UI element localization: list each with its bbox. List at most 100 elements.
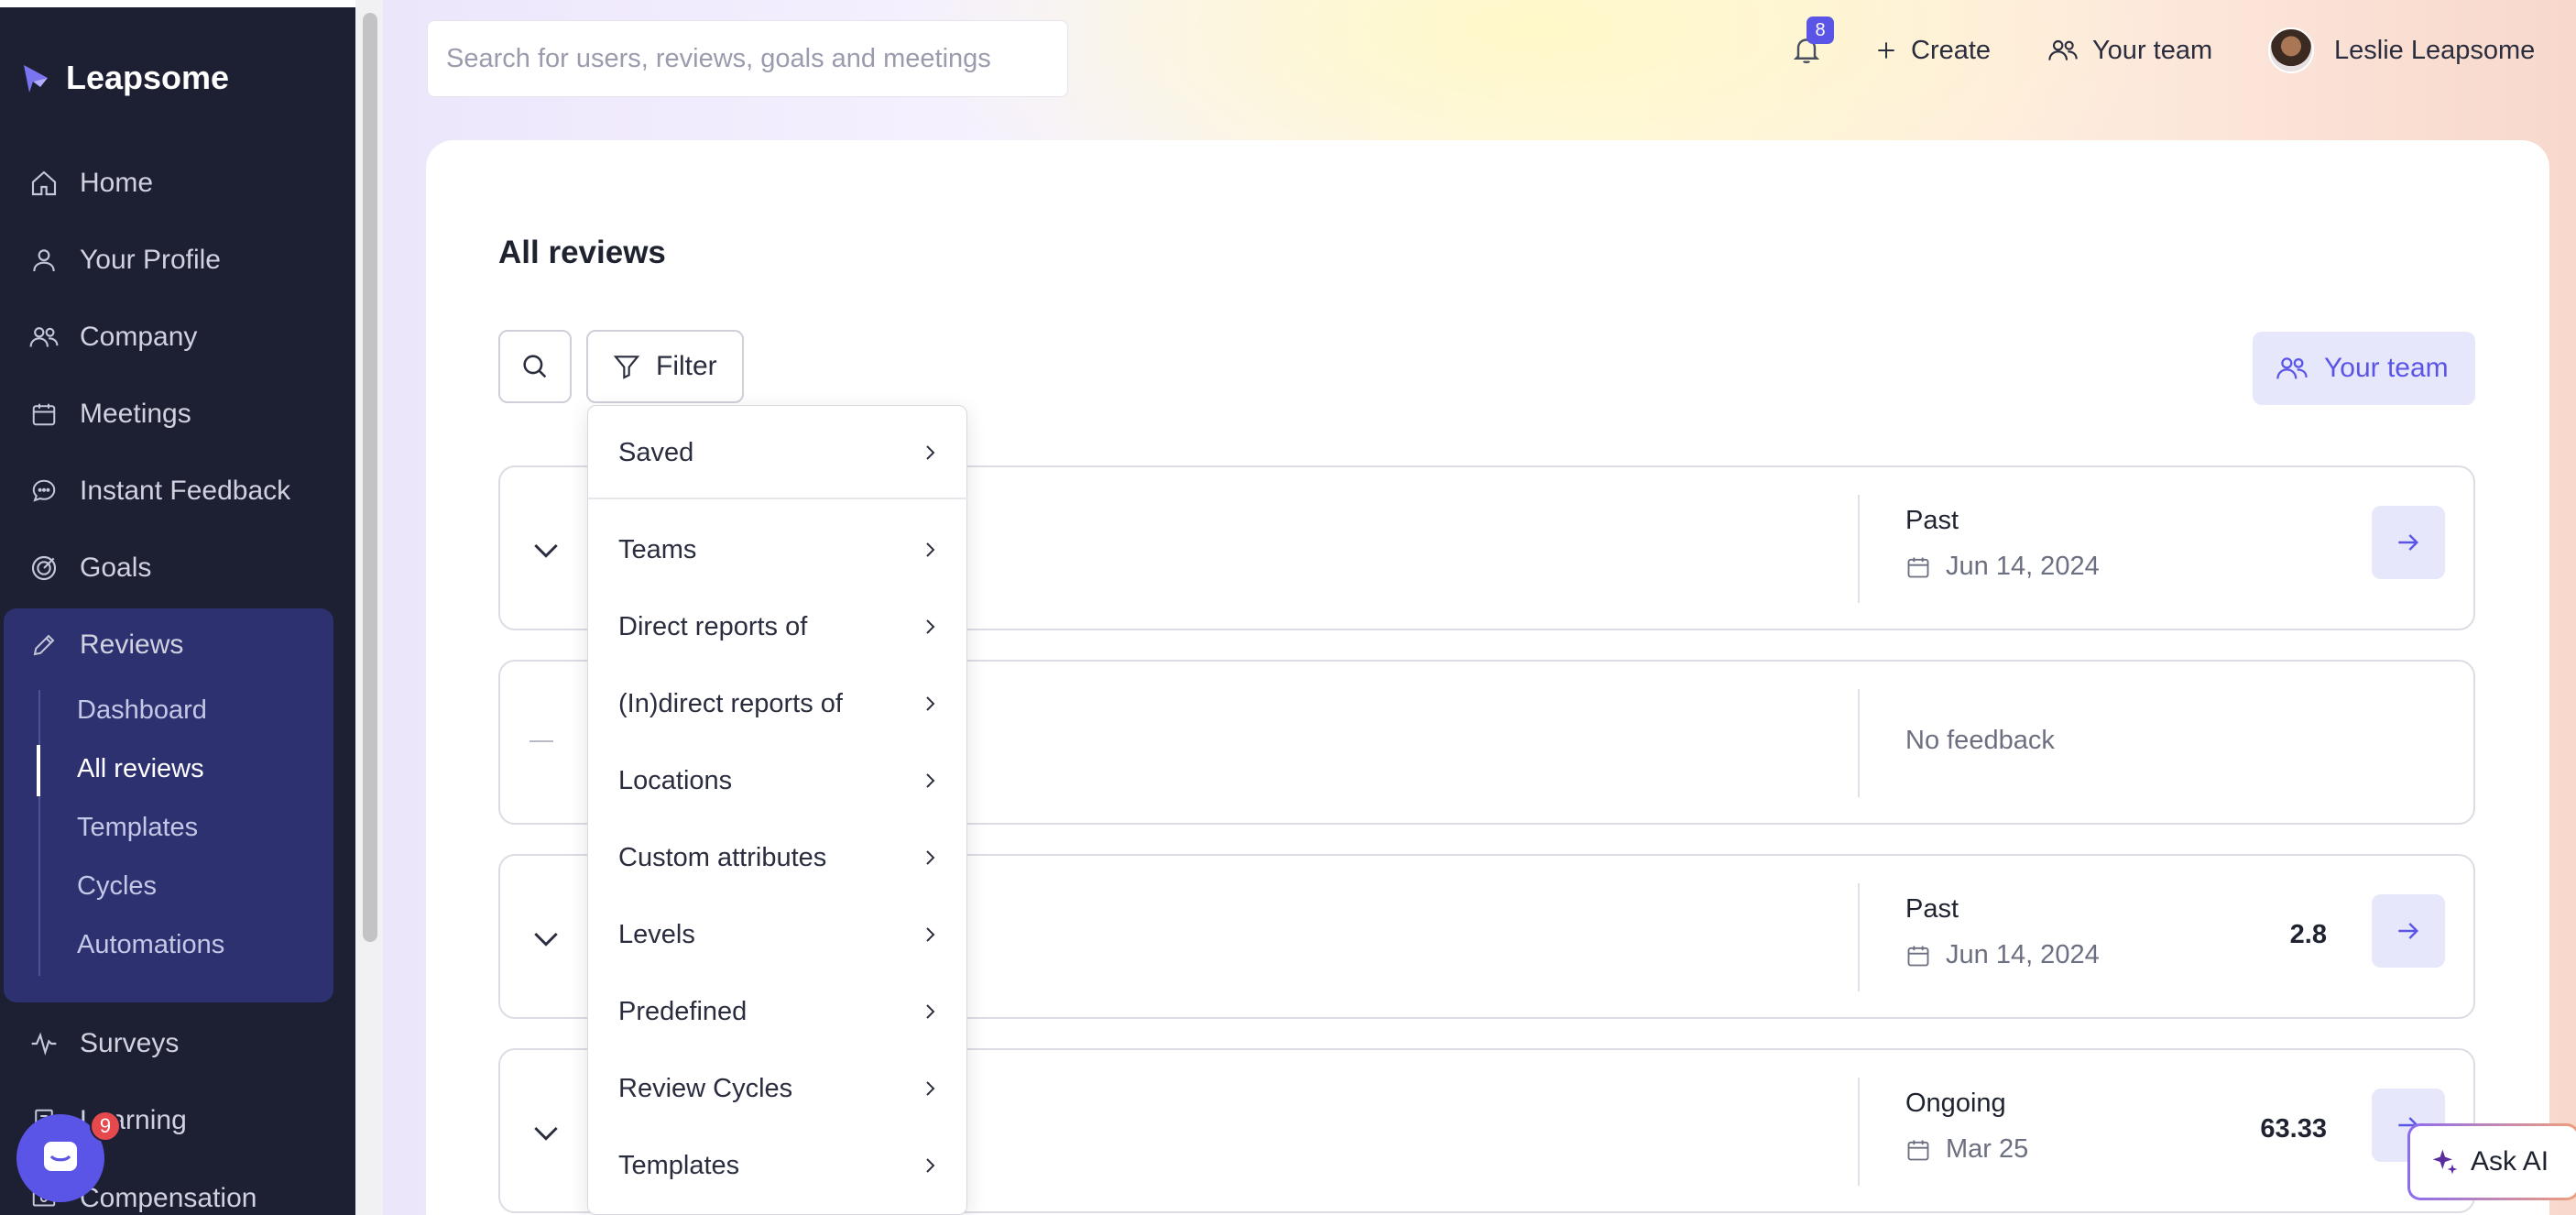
submenu-line bbox=[38, 690, 40, 976]
ask-ai-button[interactable]: Ask AI bbox=[2407, 1123, 2576, 1200]
sidebar-item-label: Compensation bbox=[80, 1183, 257, 1213]
sidebar-item-label: Surveys bbox=[80, 1028, 180, 1058]
page-title: All reviews bbox=[498, 235, 666, 270]
calendar-icon bbox=[1907, 557, 1929, 577]
sidebar-scrollbar[interactable] bbox=[363, 13, 377, 942]
filter-menu-item-review-cycles[interactable]: Review Cycles bbox=[588, 1059, 968, 1118]
calendar-icon bbox=[1907, 946, 1929, 966]
avatar bbox=[2268, 27, 2314, 73]
chevron-right-icon bbox=[926, 619, 935, 634]
dropdown-divider bbox=[588, 498, 968, 499]
filter-menu-item-indirect-reports[interactable]: (In)direct reports of bbox=[588, 674, 968, 733]
pulse-icon bbox=[27, 1027, 60, 1060]
sidebar-item-home[interactable]: Home bbox=[0, 154, 355, 213]
sidebar-item-company[interactable]: Company bbox=[0, 308, 355, 367]
user-icon bbox=[27, 244, 60, 277]
users-icon bbox=[2048, 39, 2078, 60]
chevron-down-icon[interactable] bbox=[528, 531, 564, 568]
sidebar-item-surveys[interactable]: Surveys bbox=[0, 1014, 355, 1073]
filter-menu-item-teams[interactable]: Teams bbox=[588, 520, 968, 579]
chevron-right-icon bbox=[926, 542, 935, 557]
sidebar-subitem-dashboard[interactable]: Dashboard bbox=[77, 695, 207, 726]
your-team-button[interactable]: Your team bbox=[2253, 332, 2475, 405]
sidebar: Leapsome Home Your Profile Company Meeti… bbox=[0, 0, 355, 1215]
filter-menu-item-predefined[interactable]: Predefined bbox=[588, 982, 968, 1041]
collapsed-indicator bbox=[529, 740, 553, 742]
sidebar-item-label: Meetings bbox=[80, 399, 191, 429]
review-date: Mar 25 bbox=[1905, 1134, 2028, 1165]
create-label: Create bbox=[1911, 35, 1992, 65]
global-search-input[interactable] bbox=[428, 21, 1067, 96]
open-review-button[interactable] bbox=[2372, 506, 2445, 579]
ask-ai-inner: Ask AI bbox=[2410, 1126, 2576, 1198]
filter-menu-label: Locations bbox=[618, 765, 733, 795]
filter-menu-item-templates[interactable]: Templates bbox=[588, 1136, 968, 1195]
review-date-text: Jun 14, 2024 bbox=[1946, 552, 2100, 581]
users-icon bbox=[27, 321, 60, 354]
global-search[interactable] bbox=[427, 20, 1068, 97]
row-divider bbox=[1858, 883, 1860, 991]
row-divider bbox=[1858, 495, 1860, 603]
notifications-badge: 8 bbox=[1806, 16, 1834, 44]
chevron-right-icon bbox=[926, 927, 935, 942]
chevron-down-icon[interactable] bbox=[528, 920, 564, 957]
sidebar-item-meetings[interactable]: Meetings bbox=[0, 385, 355, 443]
sidebar-item-goals[interactable]: Goals bbox=[0, 539, 355, 597]
your-team-nav[interactable]: Your team bbox=[2047, 27, 2212, 73]
filter-menu-item-saved[interactable]: Saved bbox=[588, 423, 968, 482]
submenu-active-indicator bbox=[37, 745, 40, 796]
filter-menu-label: Templates bbox=[618, 1150, 740, 1180]
sidebar-item-your-profile[interactable]: Your Profile bbox=[0, 231, 355, 290]
sidebar-subitem-automations[interactable]: Automations bbox=[77, 930, 224, 960]
chevron-right-icon bbox=[926, 773, 935, 788]
search-icon bbox=[523, 355, 547, 378]
review-score: 63.33 bbox=[2260, 1114, 2327, 1144]
chevron-right-icon bbox=[926, 445, 935, 460]
sidebar-subitem-all-reviews[interactable]: All reviews bbox=[77, 754, 204, 784]
sidebar-item-label: Goals bbox=[80, 553, 152, 583]
filter-button[interactable]: Filter bbox=[586, 330, 744, 403]
open-review-button[interactable] bbox=[2372, 894, 2445, 968]
filter-menu-label: Custom attributes bbox=[618, 842, 827, 872]
chevron-down-icon[interactable] bbox=[528, 1114, 564, 1151]
review-date-text: Mar 25 bbox=[1946, 1134, 2029, 1164]
review-score: 2.8 bbox=[2289, 920, 2327, 949]
chevron-right-icon bbox=[926, 1004, 935, 1019]
review-status: No feedback bbox=[1905, 726, 2055, 755]
your-team-label: Your team bbox=[2092, 35, 2213, 65]
users-icon bbox=[2276, 357, 2308, 379]
pencil-icon bbox=[27, 629, 60, 662]
your-team-label: Your team bbox=[2324, 353, 2449, 383]
ask-ai-label: Ask AI bbox=[2471, 1146, 2549, 1177]
filter-menu-item-direct-reports[interactable]: Direct reports of bbox=[588, 597, 968, 656]
filter-icon bbox=[613, 356, 640, 379]
row-divider bbox=[1858, 689, 1860, 797]
user-name: Leslie Leapsome bbox=[2334, 35, 2536, 65]
sidebar-item-reviews[interactable]: Reviews bbox=[0, 616, 355, 674]
filter-menu-label: Predefined bbox=[618, 996, 748, 1026]
sidebar-item-label: Your Profile bbox=[80, 245, 221, 275]
filter-dropdown: Saved Teams Direct reports of (In)direct… bbox=[587, 405, 968, 1215]
sidebar-item-label: Company bbox=[80, 322, 198, 352]
filter-menu-item-levels[interactable]: Levels bbox=[588, 905, 968, 964]
filter-menu-label: Review Cycles bbox=[618, 1073, 793, 1103]
sidebar-subitem-cycles[interactable]: Cycles bbox=[77, 871, 157, 902]
target-icon bbox=[27, 552, 60, 585]
chevron-right-icon bbox=[926, 1081, 935, 1096]
create-button[interactable]: Create bbox=[1874, 27, 1991, 73]
search-button[interactable] bbox=[498, 330, 572, 403]
chat-badge: 9 bbox=[90, 1111, 121, 1142]
filter-menu-label: Saved bbox=[618, 437, 694, 467]
sparkle-icon bbox=[2432, 1149, 2458, 1175]
user-menu[interactable]: Leslie Leapsome bbox=[2268, 27, 2535, 73]
filter-menu-item-custom-attributes[interactable]: Custom attributes bbox=[588, 828, 968, 887]
sidebar-item-instant-feedback[interactable]: Instant Feedback bbox=[0, 462, 355, 520]
chat-icon bbox=[27, 475, 60, 508]
sidebar-subitem-templates[interactable]: Templates bbox=[77, 813, 198, 843]
calendar-icon bbox=[1907, 1140, 1929, 1160]
row-divider bbox=[1858, 1078, 1860, 1186]
filter-menu-item-locations[interactable]: Locations bbox=[588, 751, 968, 810]
leapsome-logo[interactable]: Leapsome bbox=[20, 59, 229, 97]
review-status: Past bbox=[1905, 506, 1959, 535]
sidebar-item-label: Home bbox=[80, 168, 154, 198]
